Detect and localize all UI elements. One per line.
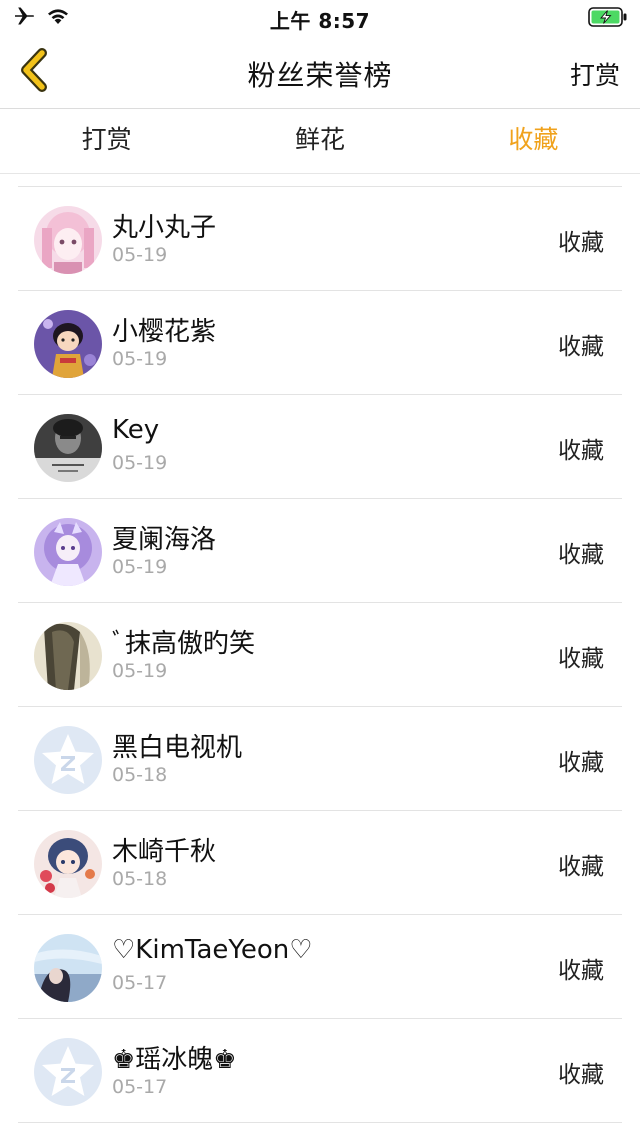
fan-date: 05-19 (112, 244, 168, 266)
list-item[interactable]: ♡KimTaeYeon♡ 05-17 收藏 (18, 915, 622, 1019)
sepia-hair-avatar (34, 622, 102, 690)
fan-date: 05-19 (112, 556, 168, 578)
action-label: 收藏 (558, 750, 604, 776)
list-item[interactable]: 黑白电视机 05-18 收藏 (18, 707, 622, 811)
default-qq-avatar (34, 1038, 102, 1106)
list-item[interactable]: ♚瑶冰魄♚ 05-17 收藏 (18, 1019, 622, 1123)
fan-name: 丸小丸子 (112, 213, 217, 243)
status-time: 上午 8:57 (269, 9, 371, 33)
action-label: 收藏 (558, 854, 604, 880)
status-bar: 上午 8:57 (0, 0, 640, 36)
fan-date: 05-17 (112, 1076, 168, 1098)
list-item[interactable]: 夏阑海洛 05-19 收藏 (18, 499, 622, 603)
list-item[interactable]: Key 05-19 收藏 (18, 395, 622, 499)
tab-favorites[interactable]: 收藏 (427, 109, 640, 173)
action-label: 收藏 (558, 958, 604, 984)
fan-date: 05-18 (112, 764, 168, 786)
pink-anime-girl-avatar (34, 206, 102, 274)
list-item[interactable]: 丸小丸子 05-19 收藏 (18, 187, 622, 291)
action-label: 收藏 (558, 230, 604, 256)
status-right (588, 7, 628, 31)
list-item[interactable]: 小樱花紫 05-19 收藏 (18, 291, 622, 395)
fan-name: ﾞ抹高傲旳笑 (112, 629, 256, 659)
action-label: 收藏 (558, 646, 604, 672)
action-label: 收藏 (558, 334, 604, 360)
reward-button[interactable]: 打赏 (570, 56, 620, 92)
fan-date: 05-19 (112, 660, 168, 682)
action-label: 收藏 (558, 438, 604, 464)
default-qq-avatar (34, 726, 102, 794)
list-item[interactable]: ﾞ抹高傲旳笑 05-19 收藏 (18, 603, 622, 707)
fan-date: 05-19 (112, 348, 168, 370)
fan-name: 夏阑海洛 (112, 525, 217, 555)
fan-name: 小樱花紫 (112, 317, 217, 347)
nav-bar: 粉丝荣誉榜 打赏 (0, 36, 640, 109)
fan-date: 05-17 (112, 972, 168, 994)
grayscale-portrait-avatar (34, 414, 102, 482)
maruko-kimono-avatar (34, 310, 102, 378)
purple-anime-avatar (34, 518, 102, 586)
fan-name: 黑白电视机 (112, 733, 243, 763)
action-label: 收藏 (558, 542, 604, 568)
fan-name: ♚瑶冰魄♚ (112, 1045, 237, 1075)
action-label: 收藏 (558, 1062, 604, 1088)
list-item[interactable]: 木崎千秋 05-18 收藏 (18, 811, 622, 915)
battery-charging-icon (588, 7, 628, 31)
anime-girl-flowers-avatar (34, 830, 102, 898)
fan-name: Key (112, 415, 160, 445)
tab-flowers[interactable]: 鲜花 (213, 109, 426, 173)
page-title: 粉丝荣誉榜 (247, 59, 393, 92)
fan-list: 丸小丸子 05-19 收藏 小樱花紫 05-19 收藏 Key 05-19 收藏… (18, 186, 622, 1123)
tab-bar: 打赏 鲜花 收藏 (0, 109, 640, 174)
tab-reward[interactable]: 打赏 (0, 109, 213, 173)
fan-name: ♡KimTaeYeon♡ (112, 935, 313, 965)
fan-date: 05-19 (112, 452, 168, 474)
fan-name: 木崎千秋 (112, 837, 217, 867)
blue-sky-portrait-avatar (34, 934, 102, 1002)
fan-date: 05-18 (112, 868, 168, 890)
